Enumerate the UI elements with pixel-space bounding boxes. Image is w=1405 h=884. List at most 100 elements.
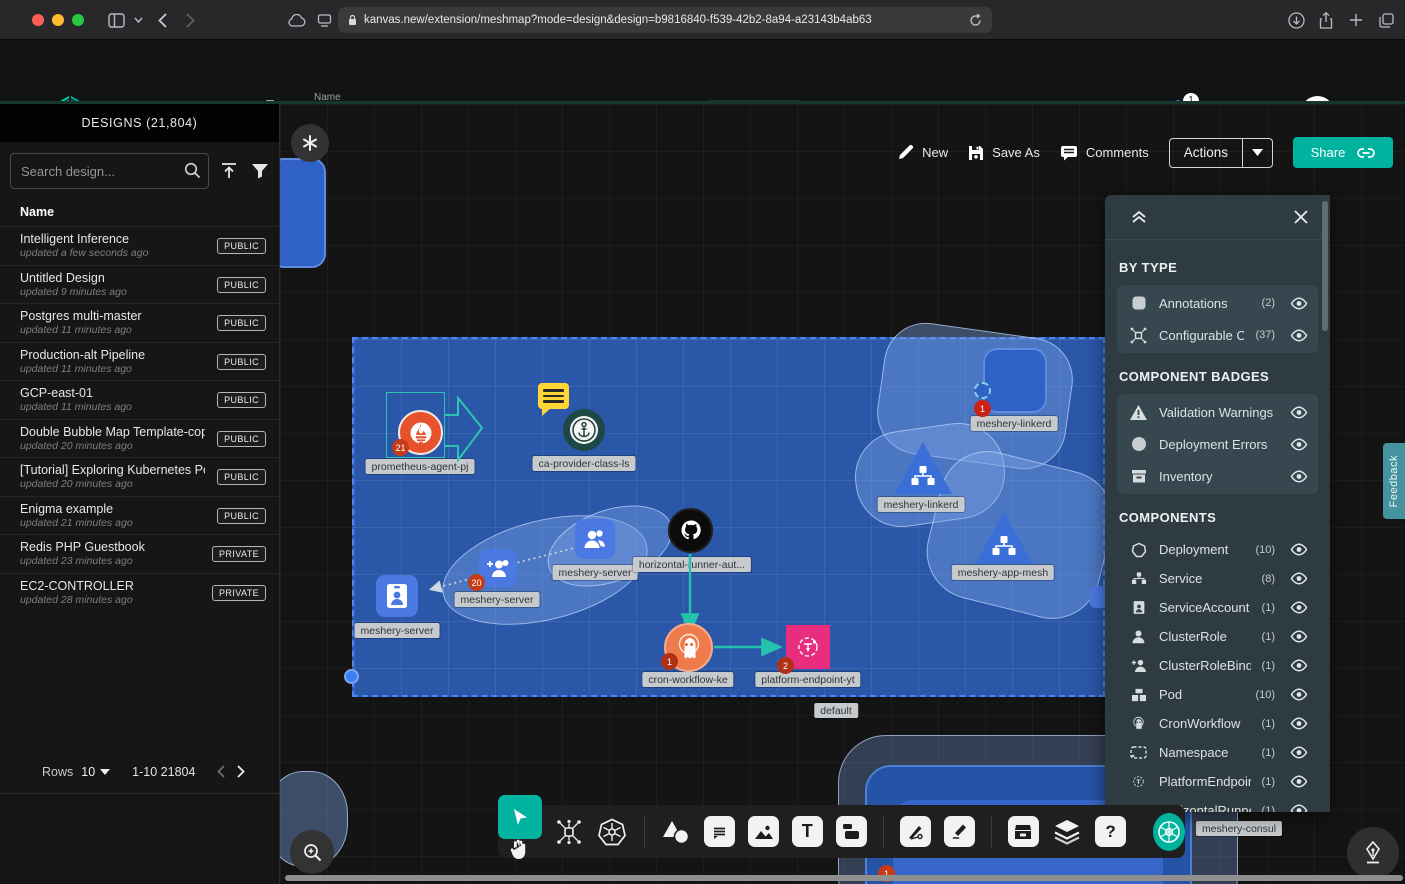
eye-icon[interactable] (1290, 746, 1308, 759)
recenter-button[interactable] (291, 124, 329, 162)
downloads-icon[interactable] (1286, 10, 1306, 30)
design-list-item[interactable]: Intelligent Inferenceupdated a few secon… (0, 226, 280, 265)
layer-row-configurable-components[interactable]: Configurable Components (37) (1117, 319, 1318, 351)
error-badge[interactable]: 1 (974, 400, 991, 417)
horizontal-scrollbar[interactable] (285, 875, 1403, 881)
reload-icon[interactable] (969, 14, 982, 27)
layer-row-annotations[interactable]: Annotations (2) (1117, 287, 1318, 319)
share-button[interactable]: Share (1293, 137, 1393, 168)
eye-icon[interactable] (1290, 470, 1308, 483)
badge-row-inventory[interactable]: Inventory (1117, 460, 1318, 492)
filter-icon[interactable] (250, 160, 270, 182)
share-icon[interactable] (1316, 10, 1336, 30)
back-button[interactable] (152, 10, 172, 30)
design-list-item[interactable]: Redis PHP Guestbookupdated 23 minutes ag… (0, 534, 280, 573)
design-list-item[interactable]: EC2-CONTROLLERupdated 28 minutes agoPRIV… (0, 573, 280, 612)
component-row-namespace[interactable]: Namespace (1) (1117, 738, 1318, 767)
error-badge[interactable]: 2 (777, 657, 794, 674)
eye-icon[interactable] (1290, 438, 1308, 451)
maximize-window-button[interactable] (72, 14, 84, 26)
annotate-pen-button[interactable] (1347, 827, 1399, 879)
forward-button[interactable] (180, 10, 200, 30)
badge-row-validation-warnings[interactable]: Validation Warnings (1117, 396, 1318, 428)
eye-icon[interactable] (1290, 406, 1308, 419)
close-window-button[interactable] (32, 14, 44, 26)
eye-icon[interactable] (1290, 601, 1308, 614)
design-list-item[interactable]: Enigma exampleupdated 21 minutes agoPUBL… (0, 496, 280, 535)
design-list-item[interactable]: Double Bubble Map Template-copyupdated 2… (0, 419, 280, 458)
component-row-cronworkflow[interactable]: CronWorkflow (1) (1117, 709, 1318, 738)
component-row-service[interactable]: Service (8) (1117, 564, 1318, 593)
design-list-item[interactable]: GCP-east-01updated 11 minutes agoPUBLIC (0, 380, 280, 419)
minimize-window-button[interactable] (52, 14, 64, 26)
warning-badge[interactable]: 21 (392, 439, 409, 456)
tool-pen-path[interactable] (900, 814, 931, 850)
tool-pan-hand[interactable] (509, 838, 531, 860)
eye-icon[interactable] (1290, 775, 1308, 788)
eye-icon[interactable] (1290, 297, 1308, 310)
prev-page-icon[interactable] (217, 765, 225, 778)
component-row-serviceaccount[interactable]: ServiceAccount (1) (1117, 593, 1318, 622)
next-page-icon[interactable] (237, 765, 245, 778)
eye-icon[interactable] (1290, 688, 1308, 701)
linkerd-port-dot[interactable] (974, 382, 991, 399)
tool-shapes[interactable] (661, 814, 691, 850)
tool-comment[interactable] (704, 814, 735, 850)
tool-text[interactable]: T (792, 814, 823, 850)
new-tab-icon[interactable] (1346, 10, 1366, 30)
icloud-icon[interactable] (286, 10, 306, 30)
tool-image[interactable] (748, 814, 779, 850)
tool-section[interactable] (836, 814, 867, 850)
selection-handle[interactable] (344, 669, 359, 684)
eye-icon[interactable] (1290, 630, 1308, 643)
actions-dropdown-button[interactable]: Actions (1169, 138, 1273, 168)
tool-select-cursor[interactable] (498, 795, 542, 839)
design-list-item[interactable]: Postgres multi-masterupdated 11 minutes … (0, 303, 280, 342)
design-list-item[interactable]: Untitled Designupdated 9 minutes agoPUBL… (0, 265, 280, 304)
feedback-tab[interactable]: Feedback (1383, 443, 1405, 519)
comment-annotation[interactable] (538, 383, 569, 409)
collapse-panel-icon[interactable] (1131, 210, 1147, 224)
tool-freehand-draw[interactable] (944, 814, 975, 850)
warning-badge[interactable]: 20 (468, 574, 485, 591)
tool-drawer[interactable] (1008, 814, 1039, 850)
reader-icon[interactable] (314, 10, 334, 30)
eye-icon[interactable] (1290, 717, 1308, 730)
import-design-icon[interactable] (219, 160, 239, 182)
component-row-platformendpoint[interactable]: PlatformEndpoint (1) (1117, 767, 1318, 796)
eye-icon[interactable] (1290, 329, 1308, 342)
component-row-clusterrole[interactable]: ClusterRole (1) (1117, 622, 1318, 651)
component-row-deployment[interactable]: Deployment (10) (1117, 535, 1318, 564)
component-row-clusterrolebinding[interactable]: ClusterRoleBinding (1) (1117, 651, 1318, 680)
eye-icon[interactable] (1290, 572, 1308, 585)
meshery-button[interactable] (1153, 813, 1185, 851)
save-as-button[interactable]: Save As (968, 145, 1040, 161)
eye-icon[interactable] (1290, 659, 1308, 672)
close-panel-icon[interactable] (1294, 210, 1308, 224)
badge-row-deployment-errors[interactable]: Deployment Errors (1117, 428, 1318, 460)
browser-sidebar-icon[interactable] (106, 10, 126, 30)
node-meshery-linkerd[interactable] (983, 348, 1047, 413)
design-list-item[interactable]: [Tutorial] Exploring Kubernetes Podupdat… (0, 457, 280, 496)
error-badge[interactable]: 1 (661, 653, 678, 670)
node-meshery-server[interactable] (575, 519, 615, 559)
zoom-button[interactable] (290, 830, 334, 874)
actions-caret-icon[interactable] (1242, 139, 1272, 167)
tab-overview-icon[interactable] (1376, 10, 1396, 30)
design-list-item[interactable]: Production-alt Pipelineupdated 11 minute… (0, 342, 280, 381)
node-ca-provider[interactable] (563, 409, 605, 451)
tool-configurable-component[interactable] (554, 814, 584, 850)
address-bar[interactable]: kanvas.new/extension/meshmap?mode=design… (338, 7, 992, 33)
component-row-pod[interactable]: Pod (10) (1117, 680, 1318, 709)
tool-layers[interactable] (1052, 814, 1082, 850)
new-design-button[interactable]: New (897, 144, 948, 161)
tool-help[interactable]: ? (1095, 814, 1126, 850)
eye-icon[interactable] (1290, 543, 1308, 556)
offscreen-node[interactable] (280, 158, 326, 268)
node-horizontal-runner[interactable] (668, 508, 713, 553)
search-input[interactable] (10, 153, 209, 189)
panel-scrollbar[interactable] (1322, 201, 1328, 331)
node-meshery-server[interactable] (376, 575, 418, 617)
chevron-down-icon[interactable] (128, 10, 148, 30)
tool-kubernetes[interactable] (597, 814, 627, 850)
